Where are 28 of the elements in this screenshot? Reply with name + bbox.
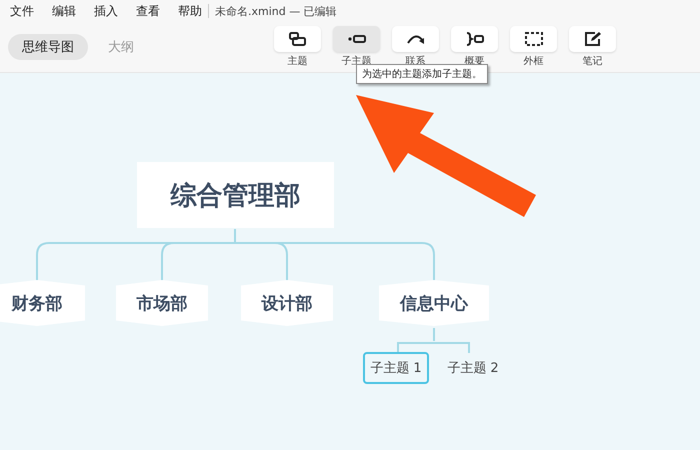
main-topic[interactable]: 设计部: [241, 280, 333, 326]
relation-button[interactable]: [392, 26, 439, 52]
tool-label: 外框: [524, 54, 544, 68]
topic-button[interactable]: [274, 26, 321, 52]
menu-item[interactable]: 查看: [136, 2, 160, 20]
subtopic-button[interactable]: [333, 26, 380, 52]
dashed-box-icon: [524, 31, 544, 47]
menu-item[interactable]: 帮助: [178, 2, 202, 20]
tool-label: 主题: [288, 54, 308, 68]
subtopic[interactable]: 子主题 1: [363, 352, 429, 384]
menu-item[interactable]: 插入: [94, 2, 118, 20]
note-button[interactable]: [569, 26, 616, 52]
central-topic[interactable]: 综合管理部: [137, 162, 334, 228]
main-topic[interactable]: 财务部: [0, 280, 85, 326]
summary-button[interactable]: [451, 26, 498, 52]
main-topic[interactable]: 信息中心: [379, 280, 489, 326]
menu-item[interactable]: 文件: [10, 2, 34, 20]
document-title: 未命名.xmind — 已编辑: [215, 4, 337, 18]
boundary-button[interactable]: [510, 26, 557, 52]
topic-icon: [288, 31, 308, 47]
main-topic[interactable]: 市场部: [116, 280, 208, 326]
bracket-icon: [464, 31, 484, 47]
pencil-note-icon: [582, 31, 602, 47]
view-tab[interactable]: 思维导图: [8, 34, 88, 60]
tooltip: 为选中的主题添加子主题。: [356, 64, 488, 84]
subtopic[interactable]: 子主题 2: [440, 352, 506, 384]
menu-item[interactable]: 编辑: [52, 2, 76, 20]
tool-label: 笔记: [582, 55, 602, 68]
